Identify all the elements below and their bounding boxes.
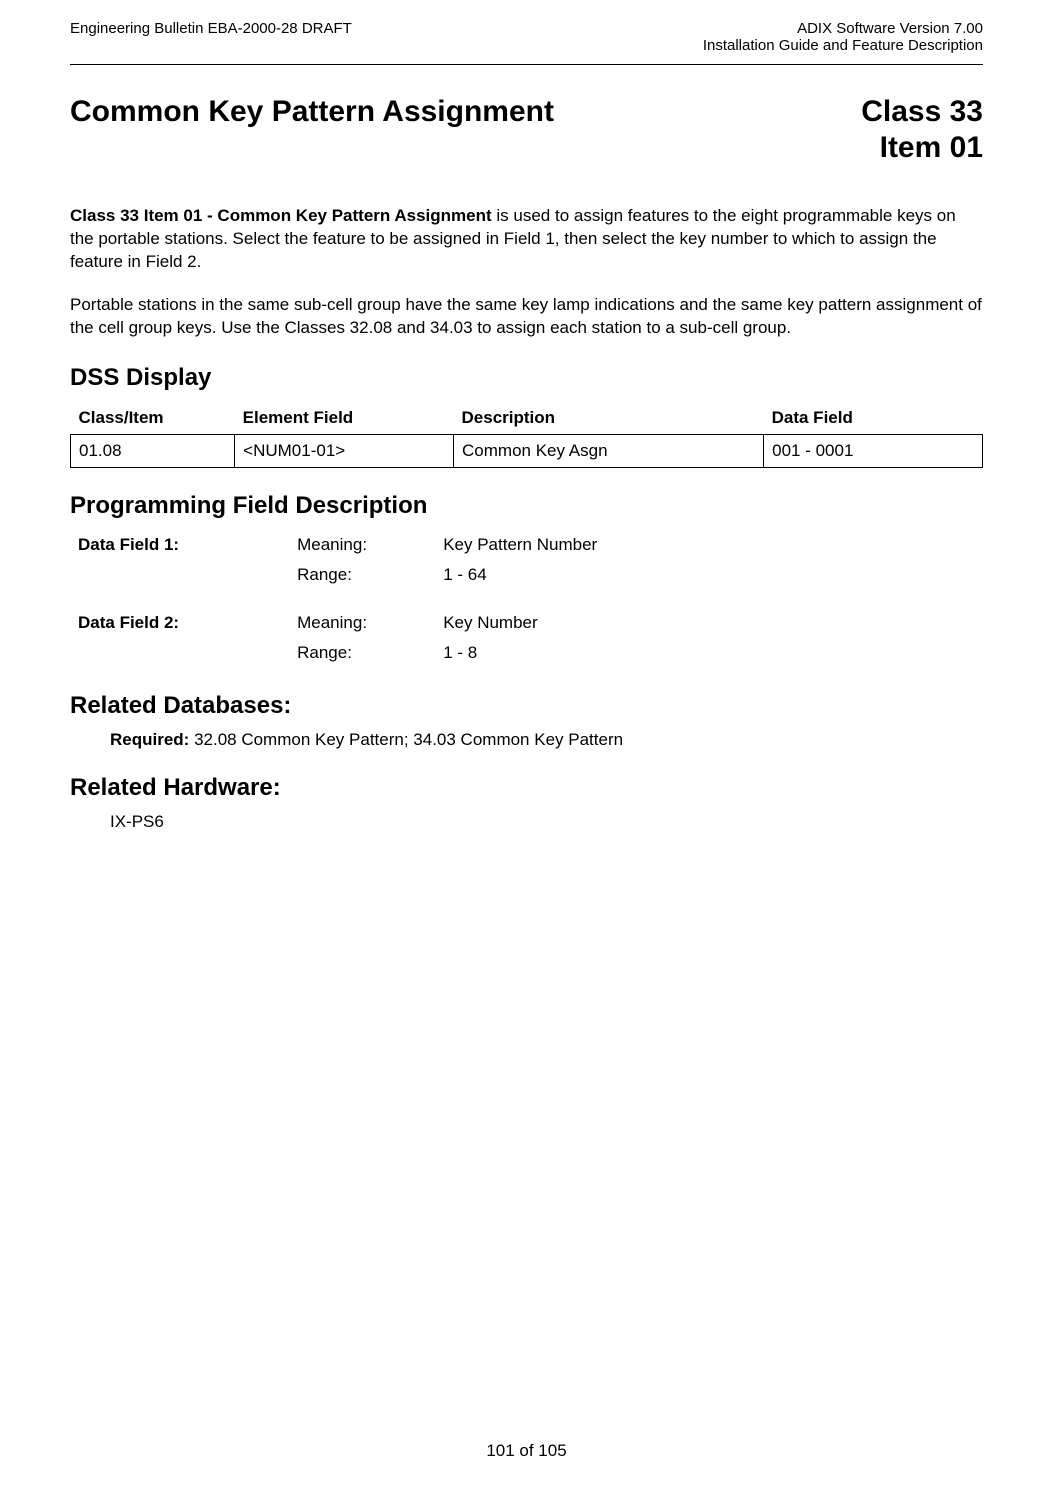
item-title: Item 01 (861, 131, 983, 165)
programming-heading: Programming Field Description (70, 492, 983, 520)
header-right-line2: Installation Guide and Feature Descripti… (703, 37, 983, 54)
field1-range-label: Range: (289, 560, 435, 590)
dss-cell-datafield: 001 - 0001 (764, 434, 983, 467)
dss-heading: DSS Display (70, 364, 983, 392)
field1-range-row: Range: 1 - 64 (70, 560, 983, 590)
page-header: Engineering Bulletin EBA-2000-28 DRAFT A… (0, 0, 1053, 54)
field2-label: Data Field 2: (70, 608, 289, 638)
dss-cell-classitem: 01.08 (71, 434, 235, 467)
dss-cell-elementfield: <NUM01-01> (235, 434, 454, 467)
required-value: 32.08 Common Key Pattern; 34.03 Common K… (194, 730, 623, 749)
field-spacer-row (70, 590, 983, 608)
dss-header-row: Class/Item Element Field Description Dat… (71, 402, 983, 435)
related-hw-text: IX-PS6 (110, 812, 983, 832)
dss-table: Class/Item Element Field Description Dat… (70, 402, 983, 468)
content-area: Common Key Pattern Assignment Class 33 I… (0, 65, 1053, 832)
field2-range-label: Range: (289, 638, 435, 668)
dss-data-row: 01.08 <NUM01-01> Common Key Asgn 001 - 0… (71, 434, 983, 467)
related-databases-heading: Related Databases: (70, 692, 983, 720)
title-row: Common Key Pattern Assignment Class 33 I… (70, 95, 983, 165)
field2-meaning-row: Data Field 2: Meaning: Key Number (70, 608, 983, 638)
second-paragraph: Portable stations in the same sub-cell g… (70, 294, 983, 340)
header-right: ADIX Software Version 7.00 Installation … (703, 20, 983, 54)
dss-header-elementfield: Element Field (235, 402, 454, 435)
related-hardware-heading: Related Hardware: (70, 774, 983, 802)
field1-meaning-row: Data Field 1: Meaning: Key Pattern Numbe… (70, 530, 983, 560)
class-title: Class 33 (861, 95, 983, 129)
field2-range-row: Range: 1 - 8 (70, 638, 983, 668)
field2-meaning-value: Key Number (435, 608, 983, 638)
dss-cell-description: Common Key Asgn (454, 434, 764, 467)
dss-header-datafield: Data Field (764, 402, 983, 435)
field-description-table: Data Field 1: Meaning: Key Pattern Numbe… (70, 530, 983, 668)
dss-header-description: Description (454, 402, 764, 435)
header-right-line1: ADIX Software Version 7.00 (703, 20, 983, 37)
dss-header-classitem: Class/Item (71, 402, 235, 435)
field2-meaning-label: Meaning: (289, 608, 435, 638)
field2-range-value: 1 - 8 (435, 638, 983, 668)
field2-label-empty (70, 638, 289, 668)
main-title: Common Key Pattern Assignment (70, 95, 554, 129)
field1-meaning-label: Meaning: (289, 530, 435, 560)
intro-bold-lead: Class 33 Item 01 - Common Key Pattern As… (70, 206, 492, 225)
field1-meaning-value: Key Pattern Number (435, 530, 983, 560)
title-right-block: Class 33 Item 01 (861, 95, 983, 165)
field1-label: Data Field 1: (70, 530, 289, 560)
page-footer: 101 of 105 (0, 1441, 1053, 1461)
field1-label-empty (70, 560, 289, 590)
required-label: Required: (110, 730, 194, 749)
related-db-text: Required: 32.08 Common Key Pattern; 34.0… (110, 730, 983, 750)
header-left: Engineering Bulletin EBA-2000-28 DRAFT (70, 20, 352, 54)
intro-paragraph: Class 33 Item 01 - Common Key Pattern As… (70, 205, 983, 274)
field1-range-value: 1 - 64 (435, 560, 983, 590)
